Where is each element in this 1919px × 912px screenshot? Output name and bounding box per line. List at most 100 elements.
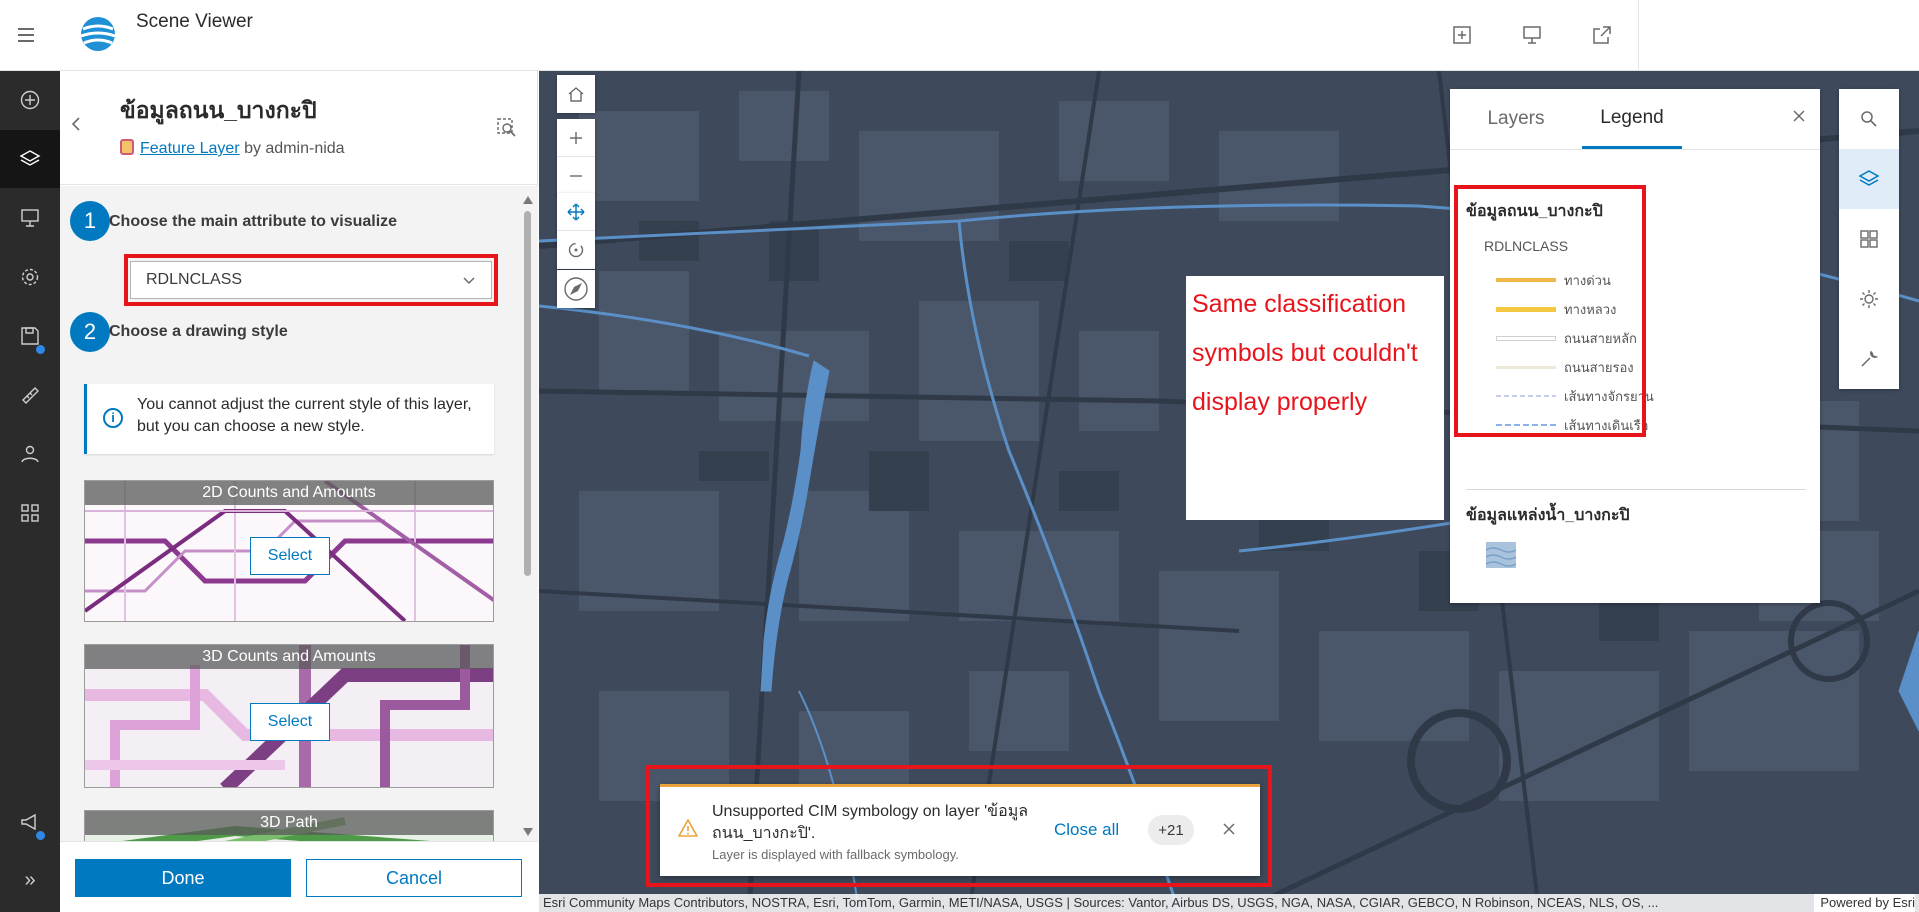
legend-swatch [1496, 424, 1556, 426]
style-panel: ข้อมูลถนน_บางกะปิ Feature Layer by admin… [60, 71, 538, 912]
annotation-note: Same classification symbols but couldn't… [1186, 276, 1444, 520]
layers-icon[interactable] [0, 130, 60, 188]
done-button[interactable]: Done [75, 859, 291, 897]
scroll-up-arrow-icon[interactable] [523, 196, 533, 204]
attribute-value: RDLNCLASS [146, 271, 243, 288]
style-card-title: 2D Counts and Amounts [85, 481, 493, 505]
water-swatch-icon [1486, 542, 1516, 568]
legend-item: ทางหลวง [1496, 299, 1616, 319]
step-1-badge: 1 [70, 201, 110, 241]
slides-icon[interactable] [0, 189, 60, 247]
zoom-out-icon[interactable] [557, 157, 595, 195]
style-notice: i You cannot adjust the current style of… [84, 384, 494, 454]
compass-tool-group [557, 270, 595, 308]
close-all-link[interactable]: Close all [1054, 820, 1119, 840]
legend-label: ถนนสายหลัก [1564, 330, 1637, 346]
wrench-icon[interactable] [1839, 329, 1899, 389]
left-nav-rail: » [0, 71, 60, 912]
legend-layer-title: ข้อมูลถนน_บางกะปิ [1466, 203, 1603, 220]
legend-divider [1466, 489, 1806, 490]
notice-text: You cannot adjust the current style of t… [137, 396, 472, 435]
cancel-button[interactable]: Cancel [306, 859, 522, 897]
zoom-to-layer-icon[interactable] [496, 117, 518, 144]
pan-icon[interactable] [557, 193, 595, 231]
legend-label: ทางด่วน [1564, 272, 1611, 288]
panel-scrollbar[interactable] [522, 196, 533, 836]
panel-footer: Done Cancel [60, 841, 538, 912]
legend-swatch [1496, 306, 1556, 312]
zoom-in-icon[interactable] [557, 119, 595, 157]
attribution-text: Esri Community Maps Contributors, NOSTRA… [543, 895, 1659, 910]
add-icon[interactable] [0, 71, 60, 129]
back-chevron-icon[interactable] [70, 115, 82, 136]
layer-title: ข้อมูลถนน_บางกะปิ [120, 97, 317, 123]
announcement-icon[interactable] [0, 793, 60, 851]
people-icon[interactable] [0, 425, 60, 483]
apps-icon[interactable] [0, 484, 60, 542]
basemap-icon[interactable] [1839, 209, 1899, 269]
measure-icon[interactable] [0, 366, 60, 424]
legend-label: เส้นทางจักรยาน [1564, 388, 1654, 404]
search-icon[interactable] [1839, 89, 1899, 149]
compass-icon[interactable] [557, 270, 595, 308]
toast-subtitle: Layer is displayed with fallback symbolo… [712, 847, 959, 862]
legend-swatch [1496, 365, 1556, 369]
hamburger-menu-icon[interactable] [18, 24, 42, 48]
style-card-2d-counts[interactable]: 2D Counts and Amounts Select [84, 480, 494, 622]
info-icon: i [103, 408, 123, 428]
legend-label: เส้นทางเดินเรือ [1564, 417, 1649, 433]
select-style-button[interactable]: Select [250, 537, 330, 575]
style-card-3d-counts[interactable]: 3D Counts and Amounts Select [84, 644, 494, 788]
app-title: Scene Viewer [136, 11, 253, 32]
layer-subtitle: Feature Layer by admin-nida [120, 139, 345, 158]
close-icon[interactable] [1786, 105, 1812, 131]
rotate-icon[interactable] [557, 231, 595, 269]
annotation-text: Same classification symbols but couldn't… [1192, 290, 1418, 416]
legend-item: เส้นทางเดินเรือ [1496, 415, 1649, 435]
home-icon[interactable] [557, 75, 595, 113]
legend-field-name: RDLNCLASS [1484, 238, 1569, 254]
tab-layers[interactable]: Layers [1450, 89, 1582, 149]
legend-item: ถนนสายหลัก [1496, 328, 1637, 348]
feature-layer-icon [120, 139, 134, 155]
legend-item: ทางด่วน [1496, 270, 1611, 290]
daylight-icon[interactable] [1839, 269, 1899, 329]
app-header: Scene Viewer [0, 0, 1919, 71]
zoom-tool-group [557, 119, 595, 195]
save-icon[interactable] [0, 307, 60, 365]
toast-title: Unsupported CIM symbology on layer 'ข้อม… [712, 803, 1029, 842]
scroll-thumb[interactable] [524, 211, 531, 576]
add-icon[interactable] [1449, 22, 1475, 48]
panel-body: 1 Choose the main attribute to visualize… [60, 186, 538, 841]
select-style-button[interactable]: Select [250, 703, 330, 741]
warning-toast: Unsupported CIM symbology on layer 'ข้อม… [660, 784, 1260, 876]
feature-layer-link[interactable]: Feature Layer [140, 140, 240, 157]
legend-panel: Layers Legend ข้อมูลถนน_บางกะปิ RDLNCLAS… [1450, 89, 1820, 603]
close-icon[interactable] [1223, 819, 1235, 840]
tab-legend[interactable]: Legend [1582, 89, 1682, 149]
notification-dot [36, 831, 45, 840]
step-1-label: Choose the main attribute to visualize [109, 213, 398, 230]
attribute-select[interactable]: RDLNCLASS [130, 261, 492, 299]
toast-count-badge[interactable]: +21 [1148, 815, 1194, 845]
expand-icon[interactable]: » [0, 851, 60, 909]
style-card-3d-path[interactable]: 3D Path [84, 810, 494, 841]
step-2-badge: 2 [70, 312, 110, 352]
legend-swatch [1496, 395, 1556, 397]
share-icon[interactable] [1589, 22, 1615, 48]
powered-by-esri[interactable]: Powered by Esri [1814, 894, 1915, 912]
legend-swatch [1496, 335, 1556, 341]
scroll-down-arrow-icon[interactable] [523, 828, 533, 836]
presentation-icon[interactable] [1519, 22, 1545, 48]
settings-icon[interactable] [0, 248, 60, 306]
map-right-toolbar [1839, 89, 1899, 389]
unsaved-dot [36, 345, 45, 354]
layer-owner: by admin-nida [244, 140, 345, 157]
layers-icon[interactable] [1839, 149, 1899, 209]
legend-item: ถนนสายรอง [1496, 357, 1634, 377]
step-2-label: Choose a drawing style [109, 323, 288, 340]
scene-map-view[interactable]: Same classification symbols but couldn't… [539, 71, 1919, 912]
legend-label: ทางหลวง [1564, 301, 1617, 317]
scene-viewer-logo [80, 17, 116, 51]
style-card-title: 3D Counts and Amounts [85, 645, 493, 669]
